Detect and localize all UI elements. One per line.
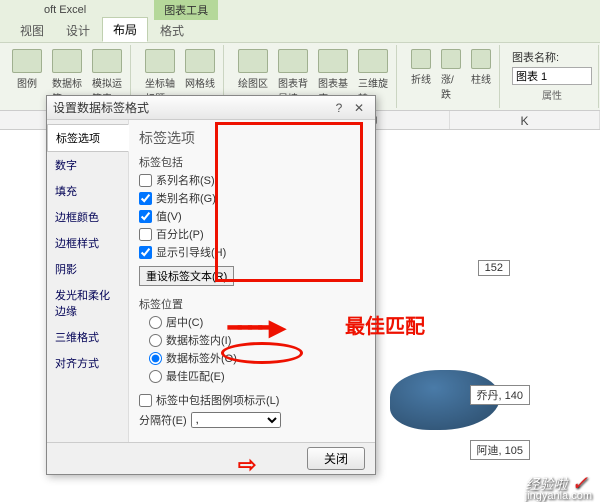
checkbox-series-name[interactable]: 系列名称(S)	[139, 172, 365, 188]
help-icon[interactable]: ?	[329, 101, 349, 115]
col-header[interactable]: K	[450, 111, 600, 129]
checkbox-leader-lines[interactable]: 显示引导线(H)	[139, 244, 365, 260]
chart-tools-tab: 图表工具	[154, 0, 218, 20]
title-bar: oft Excel 图表工具	[0, 0, 600, 20]
dialog-main: 标签选项 标签包括 系列名称(S) 类别名称(G) 值(V) 百分比(P) 显示…	[129, 120, 375, 442]
app-title: oft Excel	[36, 2, 94, 18]
radio-best-fit[interactable]: 最佳匹配(E)	[139, 368, 365, 384]
sidebar-item-border-color[interactable]: 边框颜色	[47, 204, 128, 230]
separator-row: 分隔符(E) ,	[139, 412, 365, 428]
checkbox-value[interactable]: 值(V)	[139, 208, 365, 224]
label-position: 标签位置	[139, 296, 365, 312]
separator-label: 分隔符(E)	[139, 412, 187, 428]
dialog-title-bar: 设置数据标签格式 ? ✕	[47, 96, 375, 120]
checkbox-category-name[interactable]: 类别名称(G)	[139, 190, 365, 206]
sidebar-item-label-options[interactable]: 标签选项	[47, 124, 129, 152]
sidebar-item-glow[interactable]: 发光和柔化边缘	[47, 282, 128, 324]
checkbox-legend-key[interactable]: 标签中包括图例项标示(L)	[139, 392, 365, 408]
data-label[interactable]: 152	[478, 260, 510, 276]
sidebar-item-alignment[interactable]: 对齐方式	[47, 350, 128, 376]
chart-name-input[interactable]	[512, 67, 592, 85]
close-button[interactable]: 关闭	[307, 447, 365, 470]
dialog-title: 设置数据标签格式	[53, 99, 149, 116]
trendline-button[interactable]: 折线	[407, 47, 435, 103]
properties-label: 属性	[512, 87, 592, 102]
label-contains: 标签包括	[139, 154, 365, 170]
tab-design[interactable]: 设计	[56, 19, 100, 42]
watermark-domain: jingyanla.com	[525, 490, 592, 502]
chart-name-label: 图表名称:	[512, 49, 592, 65]
separator-select[interactable]: ,	[191, 412, 281, 428]
annotation-arrow-bestfit: ━━━━▶	[228, 315, 283, 341]
sidebar-item-border-style[interactable]: 边框样式	[47, 230, 128, 256]
sidebar-item-shadow[interactable]: 阴影	[47, 256, 128, 282]
reset-label-text-button[interactable]: 重设标签文本(R)	[139, 266, 234, 286]
tab-format[interactable]: 格式	[150, 19, 194, 42]
dialog-sidebar: 标签选项 数字 填充 边框颜色 边框样式 阴影 发光和柔化边缘 三维格式 对齐方…	[47, 120, 129, 442]
ribbon-tabs: 视图 设计 布局 格式	[0, 20, 600, 42]
tab-view[interactable]: 视图	[10, 19, 54, 42]
annotation-text-bestfit: 最佳匹配	[345, 310, 425, 339]
dialog-heading: 标签选项	[139, 128, 365, 148]
dialog-footer: 关闭	[47, 442, 375, 474]
data-label[interactable]: 乔丹, 140	[470, 385, 530, 405]
watermark-domain-row: jingyanla.com	[525, 490, 592, 502]
close-icon[interactable]: ✕	[349, 101, 369, 115]
format-data-labels-dialog: 设置数据标签格式 ? ✕ 标签选项 数字 填充 边框颜色 边框样式 阴影 发光和…	[46, 95, 376, 475]
lines-button[interactable]: 涨/跌	[437, 47, 465, 103]
sidebar-item-number[interactable]: 数字	[47, 152, 128, 178]
data-label[interactable]: 阿迪, 105	[470, 440, 530, 460]
error-bars-button[interactable]: 柱线	[467, 47, 495, 103]
sidebar-item-3d-format[interactable]: 三维格式	[47, 324, 128, 350]
annotation-arrow-close: ⇨	[238, 452, 256, 478]
chart-name-group: 图表名称: 属性	[510, 47, 594, 104]
sidebar-item-fill[interactable]: 填充	[47, 178, 128, 204]
legend-button[interactable]: 图例	[8, 47, 46, 107]
checkbox-percent[interactable]: 百分比(P)	[139, 226, 365, 242]
tab-layout[interactable]: 布局	[102, 17, 148, 42]
radio-outside-end[interactable]: 数据标签外(O)	[139, 350, 365, 366]
ribbon: oft Excel 图表工具 视图 设计 布局 格式 图例 数据标签 模拟运算表…	[0, 0, 600, 110]
